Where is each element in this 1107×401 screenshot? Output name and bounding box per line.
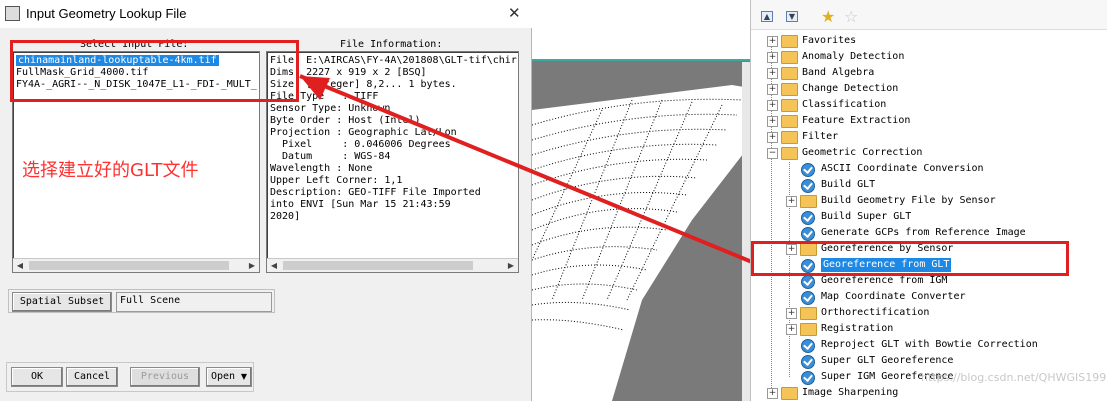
folder-icon	[800, 195, 817, 208]
remove-favorite-icon[interactable]: ☆	[844, 7, 858, 26]
envi-toolbox: ▲ ▼ ★ ☆ + Favorites + Anomaly Detection + Ban…	[750, 0, 1107, 401]
expand-node-icon[interactable]: +	[767, 36, 778, 47]
toolbox-item[interactable]: + Favorites	[751, 33, 1107, 49]
toolbox-item-label: Anomaly Detection	[802, 51, 905, 62]
expand-node-icon[interactable]: +	[767, 388, 778, 399]
tool-icon	[801, 179, 815, 193]
toolbox-item-label: Reproject GLT with Bowtie Correction	[821, 339, 1038, 350]
toolbox-item-label: Filter	[802, 131, 839, 142]
toolbox-item[interactable]: Reproject GLT with Bowtie Correction	[751, 337, 1107, 353]
toolbox-item[interactable]: − Geometric Correction	[751, 145, 1107, 161]
watermark-text: https://blog.csdn.net/QHWGIS1999	[921, 371, 1107, 384]
expand-node-icon[interactable]: +	[767, 68, 778, 79]
folder-icon	[781, 51, 798, 64]
toolbox-item-label: Band Algebra	[802, 67, 875, 78]
add-favorite-icon[interactable]: ★	[821, 7, 835, 26]
toolbox-item-label: Super GLT Georeference	[821, 355, 954, 366]
folder-icon	[781, 67, 798, 80]
tool-icon	[801, 163, 815, 177]
highlight-box-georeference-glt	[751, 241, 1069, 276]
expand-node-icon[interactable]: +	[786, 324, 797, 335]
toolbox-item[interactable]: + Build Geometry File by Sensor	[751, 193, 1107, 209]
toolbox-item[interactable]: + Band Algebra	[751, 65, 1107, 81]
folder-icon	[781, 35, 798, 48]
folder-icon	[781, 387, 798, 400]
folder-icon	[781, 147, 798, 160]
expand-node-icon[interactable]: +	[786, 308, 797, 319]
folder-icon	[781, 131, 798, 144]
toolbox-item-label: Map Coordinate Converter	[821, 291, 966, 302]
collapse-all-icon[interactable]: ▲	[761, 11, 773, 22]
toolbox-item-label: Geometric Correction	[802, 147, 923, 158]
expand-node-icon[interactable]: +	[767, 52, 778, 63]
tool-icon	[801, 355, 815, 369]
toolbox-toolbar: ▲ ▼ ★ ☆	[751, 0, 1107, 30]
toolbox-item[interactable]: Build GLT	[751, 177, 1107, 193]
expand-node-icon[interactable]: +	[767, 100, 778, 111]
toolbox-item-label: Change Detection	[802, 83, 899, 94]
toolbox-item-label: Classification	[802, 99, 887, 110]
folder-icon	[781, 115, 798, 128]
toolbox-item[interactable]: + Feature Extraction	[751, 113, 1107, 129]
toolbox-item-label: Registration	[821, 323, 894, 334]
collapse-node-icon[interactable]: −	[767, 148, 778, 159]
tool-icon	[801, 291, 815, 305]
toolbox-item[interactable]: Build Super GLT	[751, 209, 1107, 225]
toolbox-item-label: Image Sharpening	[802, 387, 899, 398]
tool-icon	[801, 275, 815, 289]
toolbox-item[interactable]: + Change Detection	[751, 81, 1107, 97]
toolbox-item[interactable]: + Anomaly Detection	[751, 49, 1107, 65]
toolbox-item[interactable]: + Image Sharpening	[751, 385, 1107, 401]
tool-icon	[801, 371, 815, 385]
expand-node-icon[interactable]: +	[767, 84, 778, 95]
tool-icon	[801, 211, 815, 225]
toolbox-item[interactable]: + Registration	[751, 321, 1107, 337]
toolbox-item[interactable]: + Classification	[751, 97, 1107, 113]
toolbox-item-label: Orthorectification	[821, 307, 930, 318]
toolbox-item[interactable]: ASCII Coordinate Conversion	[751, 161, 1107, 177]
folder-icon	[800, 323, 817, 336]
toolbox-item-label: Build Super GLT	[821, 211, 912, 222]
folder-icon	[781, 83, 798, 96]
toolbox-item[interactable]: + Filter	[751, 129, 1107, 145]
toolbox-item-label: Favorites	[802, 35, 857, 46]
toolbox-item[interactable]: + Orthorectification	[751, 305, 1107, 321]
toolbox-item-label: ASCII Coordinate Conversion	[821, 163, 984, 174]
toolbox-item-label: Generate GCPs from Reference Image	[821, 227, 1026, 238]
expand-node-icon[interactable]: +	[767, 116, 778, 127]
toolbox-item-label: Feature Extraction	[802, 115, 911, 126]
toolbox-item[interactable]: Map Coordinate Converter	[751, 289, 1107, 305]
toolbox-item[interactable]: Generate GCPs from Reference Image	[751, 225, 1107, 241]
folder-icon	[800, 307, 817, 320]
tool-icon	[801, 227, 815, 241]
toolbox-item[interactable]: Super GLT Georeference	[751, 353, 1107, 369]
expand-node-icon[interactable]: +	[767, 132, 778, 143]
toolbox-item-label: Build GLT	[821, 179, 876, 190]
expand-all-icon[interactable]: ▼	[786, 11, 798, 22]
folder-icon	[781, 99, 798, 112]
tool-icon	[801, 339, 815, 353]
expand-node-icon[interactable]: +	[786, 196, 797, 207]
toolbox-item-label: Build Geometry File by Sensor	[821, 195, 996, 206]
